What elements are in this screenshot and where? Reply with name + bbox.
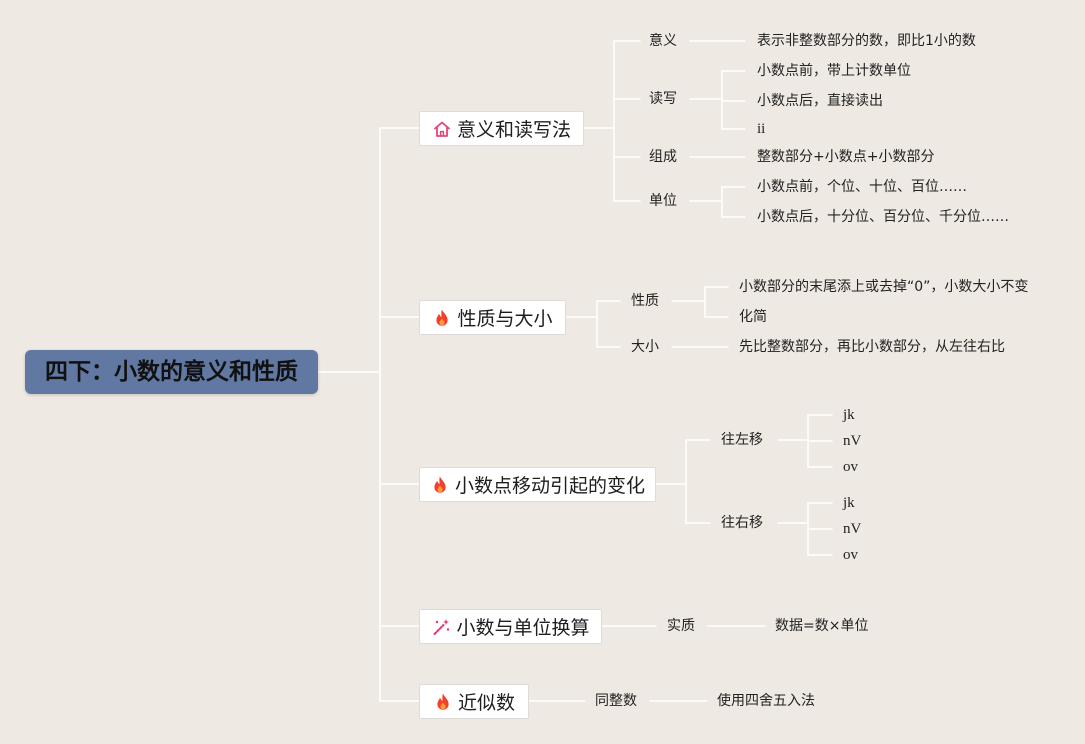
detail-item[interactable]: jk [843,493,855,513]
topic-properties[interactable]: 性质 [631,291,659,311]
branch-label: 性质与大小 [457,308,553,330]
detail-item[interactable]: 数据=数×单位 [775,616,868,636]
branch-unit-conversion[interactable]: 小数与单位换算 [419,609,602,644]
branch-label: 小数点移动引起的变化 [454,475,645,497]
topic-size[interactable]: 大小 [631,337,659,357]
branch-properties-size[interactable]: 性质与大小 [419,300,566,335]
topic-essence[interactable]: 实质 [667,616,695,636]
detail-item[interactable]: 小数点后，直接读出 [757,91,883,111]
branch-decimal-point-shift[interactable]: 小数点移动引起的变化 [419,467,656,502]
topic-composition[interactable]: 组成 [649,147,677,167]
detail-item[interactable]: 使用四舍五入法 [717,691,815,711]
branch-meaning-reading-writing[interactable]: 意义和读写法 [419,111,584,146]
topic-same-as-integer[interactable]: 同整数 [595,691,637,711]
detail-item[interactable]: 先比整数部分，再比小数部分，从左往右比 [739,337,1005,357]
detail-item[interactable]: nV [843,519,861,539]
root-topic[interactable]: 四下：小数的意义和性质 [25,350,318,394]
mind-map-canvas[interactable]: 四下：小数的意义和性质 意义和读写法 意义 表示非整数部分的数，即比1小的数 读… [0,0,1085,744]
branch-label: 意义和读写法 [456,119,571,141]
branch-approximate-number[interactable]: 近似数 [419,684,529,719]
detail-item[interactable]: 整数部分+小数点+小数部分 [757,147,934,167]
fire-icon [432,308,452,328]
detail-item[interactable]: ii [757,119,765,139]
detail-item[interactable]: nV [843,431,861,451]
topic-shift-right[interactable]: 往右移 [721,513,763,533]
detail-item[interactable]: 小数点前，带上计数单位 [757,61,911,81]
fire-icon [430,475,450,495]
fire-icon [433,692,453,712]
detail-item[interactable]: 表示非整数部分的数，即比1小的数 [757,31,976,51]
branch-label: 近似数 [457,692,515,714]
house-icon [432,119,452,139]
detail-item[interactable]: 小数部分的末尾添上或去掉“0”，小数大小不变 [739,277,1028,297]
wand-icon [431,617,451,637]
branch-label: 小数与单位换算 [456,617,590,639]
detail-item[interactable]: ov [843,545,858,565]
topic-reading-writing[interactable]: 读写 [649,89,677,109]
topic-meaning[interactable]: 意义 [649,31,677,51]
root-title: 四下：小数的意义和性质 [45,359,298,385]
detail-item[interactable]: 小数点前，个位、十位、百位…… [757,177,967,197]
detail-item[interactable]: ov [843,457,858,477]
topic-shift-left[interactable]: 往左移 [721,430,763,450]
detail-item[interactable]: 小数点后，十分位、百分位、千分位…… [757,207,1009,227]
detail-item[interactable]: jk [843,405,855,425]
detail-item[interactable]: 化简 [739,307,767,327]
topic-units[interactable]: 单位 [649,191,677,211]
